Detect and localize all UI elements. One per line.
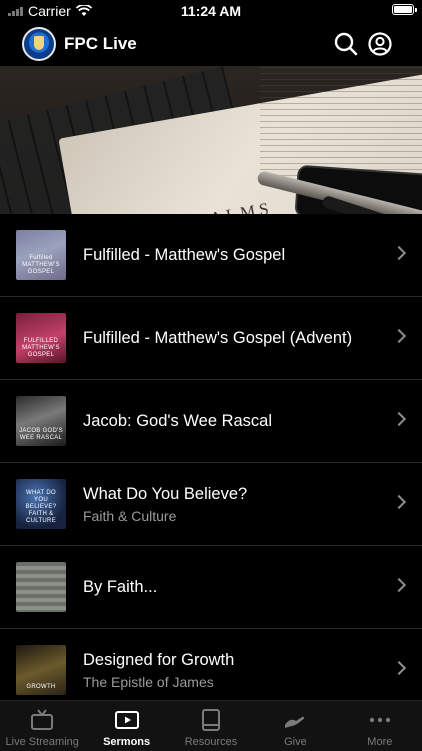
chevron-right-icon (391, 328, 407, 344)
tab-sermons[interactable]: Sermons (84, 701, 168, 751)
play-icon (114, 711, 139, 729)
tab-resources[interactable]: Resources (169, 701, 253, 751)
sermon-subtitle: Faith & Culture (83, 508, 177, 524)
sermon-thumbnail: WHAT DO YOU BELIEVE? FAITH & CULTURE (16, 479, 66, 529)
sermon-thumbnail: Fulfilled MATTHEW'S GOSPEL (16, 230, 66, 280)
chevron-right-icon (391, 494, 407, 510)
tv-icon (31, 709, 54, 730)
tab-label: Live Streaming (5, 736, 79, 748)
give-hand-icon (285, 716, 305, 728)
hero-banner-image: PSALMS (0, 66, 422, 214)
thumbnail-text: WHAT DO YOU BELIEVE? FAITH & CULTURE (25, 490, 57, 524)
sermon-thumbnail: JACOB GOD'S WEE RASCAL (16, 396, 66, 446)
hero-text-lines (260, 66, 422, 176)
sermon-row[interactable]: WHAT DO YOU BELIEVE? FAITH & CULTURE Wha… (0, 463, 422, 546)
battery-icon (392, 4, 417, 15)
status-time: 11:24 AM (180, 3, 242, 19)
thumbnail-text: GROWTH (26, 684, 56, 690)
sermon-title: Jacob: God's Wee Rascal (83, 412, 273, 430)
chevron-right-icon (391, 577, 407, 593)
tab-label: More (367, 736, 393, 748)
app-title: FPC Live (64, 34, 137, 53)
tab-label: Sermons (103, 736, 151, 748)
status-bar: Carrier 11:24 AM (0, 0, 422, 22)
sermon-thumbnail: FULFILLED MATTHEW'S GOSPEL (16, 313, 66, 363)
sermon-title: Fulfilled - Matthew's Gospel (83, 246, 286, 264)
thumbnail-text: Fulfilled MATTHEW'S GOSPEL (22, 255, 60, 275)
tab-more[interactable]: More (338, 701, 422, 751)
sermon-thumbnail: GROWTH (16, 645, 66, 695)
search-icon[interactable] (332, 30, 360, 58)
account-icon[interactable] (366, 30, 394, 58)
sermon-title: By Faith... (83, 578, 158, 596)
fpc-logo-icon (22, 27, 56, 61)
tab-label: Give (284, 736, 307, 748)
sermon-row[interactable]: By Faith... (0, 546, 422, 629)
book-icon (202, 709, 221, 731)
tab-label: Resources (184, 736, 238, 748)
sermon-row[interactable]: JACOB GOD'S WEE RASCAL Jacob: God's Wee … (0, 380, 422, 463)
more-icon (369, 717, 391, 723)
chevron-right-icon (391, 411, 407, 427)
sermon-title: Fulfilled - Matthew's Gospel (Advent) (83, 329, 353, 347)
chevron-right-icon (391, 245, 407, 261)
sermon-title: What Do You Believe? (83, 485, 248, 503)
sermon-subtitle: The Epistle of James (83, 674, 214, 690)
thumbnail-text: JACOB GOD'S WEE RASCAL (19, 428, 63, 441)
tab-give[interactable]: Give (253, 701, 337, 751)
app-header: FPC Live (0, 22, 422, 66)
sermon-title: Designed for Growth (83, 651, 235, 669)
sermon-thumbnail (16, 562, 66, 612)
sermon-row[interactable]: FULFILLED MATTHEW'S GOSPEL Fulfilled - M… (0, 297, 422, 380)
chevron-right-icon (391, 660, 407, 676)
thumbnail-text: FULFILLED MATTHEW'S GOSPEL (22, 338, 60, 358)
sermon-row[interactable]: Fulfilled MATTHEW'S GOSPEL Fulfilled - M… (0, 214, 422, 297)
sermon-list: Fulfilled MATTHEW'S GOSPEL Fulfilled - M… (0, 214, 422, 712)
tab-live-streaming[interactable]: Live Streaming (0, 701, 84, 751)
tab-bar: Live Streaming Sermons Resources Give Mo… (0, 700, 422, 751)
